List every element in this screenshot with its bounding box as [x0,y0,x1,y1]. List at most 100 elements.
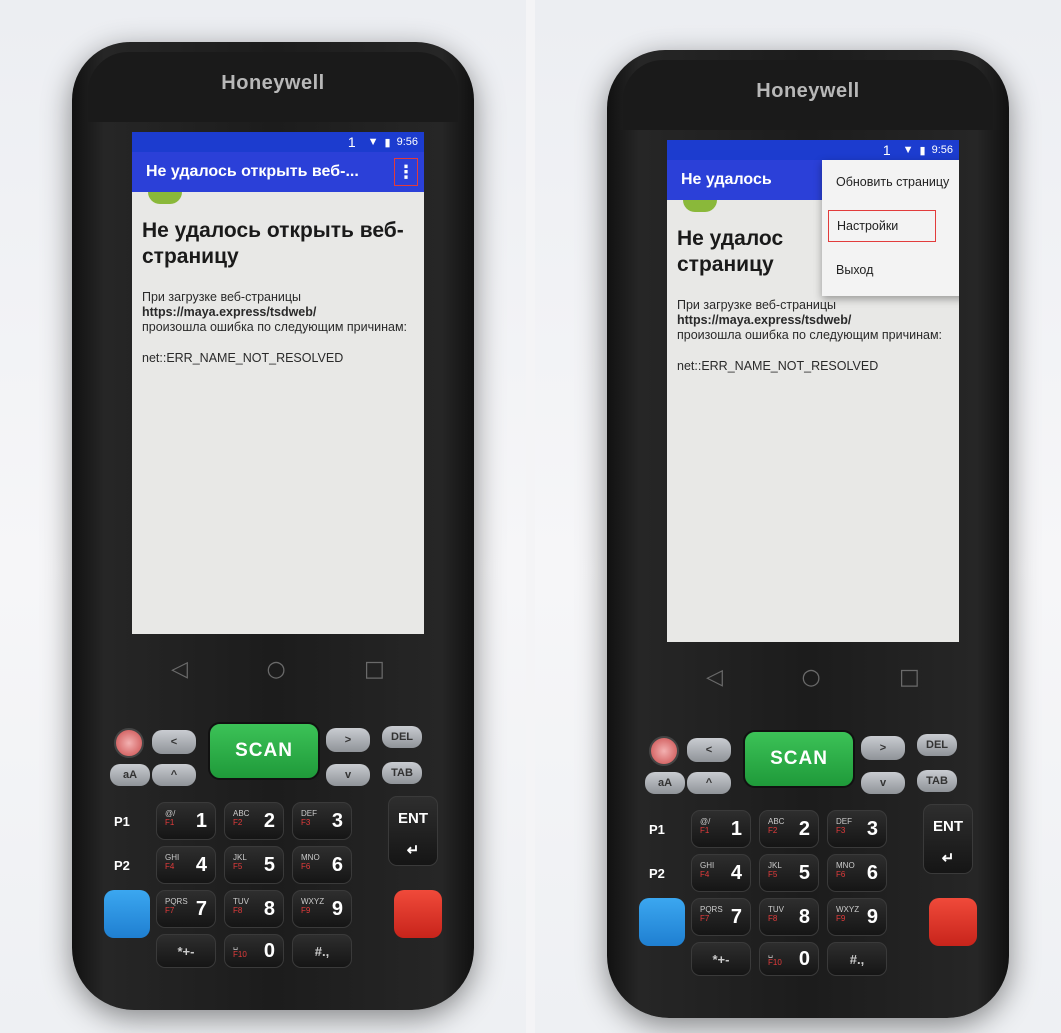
brand-logo: Honeywell [756,80,860,102]
enter-key[interactable]: ENT ↵ [923,804,973,874]
star-key[interactable]: *+- [691,942,751,976]
shift-key[interactable]: aA [110,764,150,786]
key-0-sub: ␣ F10 [233,941,247,959]
key-1[interactable]: @/F1 1 [156,802,216,840]
shift-key[interactable]: aA [645,772,685,794]
error-heading: Не удалось открыть веб-страницу [142,219,404,268]
key-7-sub: PQRS F7 [165,897,188,915]
key-9[interactable]: WXYZ F9 9 [292,890,352,928]
sim-indicator: 1 [347,134,356,150]
key-7[interactable]: PQRS F7 7 [691,898,751,936]
status-bar: 1 ▼ ▮ 9:56 [667,140,959,160]
p1-key[interactable]: P1 [114,814,130,829]
key-9[interactable]: WXYZ F9 9 [827,898,887,936]
key-3[interactable]: DEF F3 3 [827,810,887,848]
key-2[interactable]: ABC F2 2 [759,810,819,848]
key-1-sub: @/F1 [165,809,176,827]
p2-key[interactable]: P2 [114,858,130,873]
error-url[interactable]: https://maya.express/tsdweb/ [142,305,316,319]
key-2-sub: ABC F2 [768,817,785,835]
key-7-sub: PQRS F7 [700,905,723,923]
home-icon[interactable]: ○ [266,657,285,682]
key-1[interactable]: @/F1 1 [691,810,751,848]
down-key[interactable]: v [861,772,905,794]
key-8-sub: TUV F8 [233,897,249,915]
key-4[interactable]: GHI F4 4 [691,854,751,892]
right-key[interactable]: > [861,736,905,760]
error-intro: При загрузке веб-страницы [677,298,837,312]
right-key[interactable]: > [326,728,370,752]
key-8-sub: TUV F8 [768,905,784,923]
star-key[interactable]: *+- [156,934,216,968]
vertical-dots-icon: ⋮ [397,161,415,183]
sim-indicator: 1 [882,142,891,158]
device-screen: 1 ▼ ▮ 9:56 Не удалось открыть веб-... ⋮ … [132,132,424,634]
menu-item-exit[interactable]: Выход [822,248,959,292]
key-2-sub: ABC F2 [233,809,250,827]
key-2[interactable]: ABC F2 2 [224,802,284,840]
handheld-device: Honeywell 1 ▼ ▮ 9:56 Не удалось Не удало… [607,50,1009,1018]
home-icon[interactable]: ○ [801,665,820,690]
key-5[interactable]: JKL F5 5 [224,846,284,884]
left-key[interactable]: < [152,730,196,754]
overflow-menu-button[interactable]: ⋮ [394,158,418,186]
android-icon [683,200,717,212]
app-title: Не удалось [681,171,772,188]
down-key[interactable]: v [326,764,370,786]
p2-key[interactable]: P2 [649,866,665,881]
hash-key[interactable]: #., [827,942,887,976]
enter-arrow-icon: ↵ [406,842,420,859]
error-code: net::ERR_NAME_NOT_RESOLVED [677,359,879,373]
hash-key[interactable]: #., [292,934,352,968]
del-key[interactable]: DEL [382,726,422,748]
left-key[interactable]: < [687,738,731,762]
red-side-key[interactable] [929,898,977,946]
key-0[interactable]: ␣ F10 0 [224,934,284,968]
up-key[interactable]: ^ [152,764,196,786]
error-code: net::ERR_NAME_NOT_RESOLVED [142,351,344,365]
key-6[interactable]: MNO F6 6 [292,846,352,884]
del-key[interactable]: DEL [917,734,957,756]
menu-item-refresh[interactable]: Обновить страницу [822,160,959,204]
recents-icon[interactable]: □ [899,665,920,690]
tab-key[interactable]: TAB [917,770,957,792]
error-url[interactable]: https://maya.express/tsdweb/ [677,313,851,327]
scan-button[interactable]: SCAN [743,730,855,788]
key-9-sub: WXYZ F9 [836,905,860,923]
key-6-sub: MNO F6 [836,861,855,879]
key-4-sub: GHI F4 [165,853,180,871]
key-3[interactable]: DEF F3 3 [292,802,352,840]
app-bar: Не удалось открыть веб-... ⋮ [132,152,424,192]
blue-side-key[interactable] [104,890,150,938]
battery-icon: ▮ [384,136,391,149]
scan-button[interactable]: SCAN [208,722,320,780]
menu-item-settings[interactable]: Настройки [828,210,936,242]
key-0-sub: ␣ F10 [768,949,782,967]
key-6[interactable]: MNO F6 6 [827,854,887,892]
key-0[interactable]: ␣ F10 0 [759,942,819,976]
tab-key[interactable]: TAB [382,762,422,784]
up-key[interactable]: ^ [687,772,731,794]
back-icon[interactable]: ◁ [171,657,188,682]
battery-icon: ▮ [919,144,926,157]
enter-key[interactable]: ENT ↵ [388,796,438,866]
status-bar: 1 ▼ ▮ 9:56 [132,132,424,152]
key-8[interactable]: TUV F8 8 [224,890,284,928]
wifi-icon: ▼ [902,144,914,156]
back-icon[interactable]: ◁ [706,665,723,690]
enter-key-label: ENT [398,810,428,827]
key-8[interactable]: TUV F8 8 [759,898,819,936]
power-button[interactable] [114,728,144,758]
key-5[interactable]: JKL F5 5 [759,854,819,892]
recents-icon[interactable]: □ [364,657,385,682]
p1-key[interactable]: P1 [649,822,665,837]
red-side-key[interactable] [394,890,442,938]
blue-side-key[interactable] [639,898,685,946]
key-7[interactable]: PQRS F7 7 [156,890,216,928]
photo-left: Honeywell 1 ▼ ▮ 9:56 Не удалось открыть … [0,0,526,1033]
power-button[interactable] [649,736,679,766]
error-description: При загрузке веб-страницы https://maya.e… [142,290,414,335]
error-reason: произошла ошибка по следующим причинам: [677,328,943,342]
key-4[interactable]: GHI F4 4 [156,846,216,884]
enter-arrow-icon: ↵ [941,850,955,867]
